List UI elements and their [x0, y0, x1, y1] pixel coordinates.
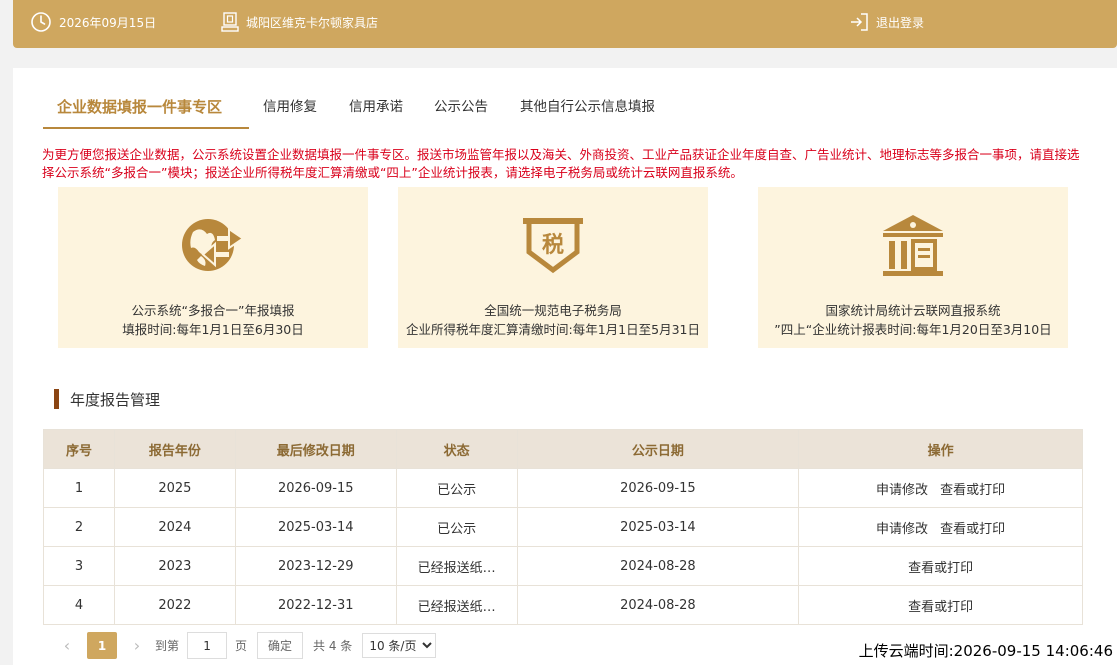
shop-display: 城阳区维克卡尔顿家具店	[221, 0, 378, 44]
active-tab-underline	[43, 127, 249, 129]
cell-status: 已经报送纸…	[395, 546, 518, 586]
apply-modify-link[interactable]: 申请修改	[876, 522, 928, 537]
cell-modified: 2022-12-31	[234, 585, 397, 625]
cell-actions: 查看或打印	[798, 585, 1083, 625]
tab-public-notice[interactable]: 公示公告	[434, 96, 488, 118]
cell-year: 2024	[113, 507, 236, 547]
table-row: 3 2023 2023-12-29 已经报送纸… 2024-08-28 查看或打…	[43, 546, 1083, 586]
tab-bar: 企业数据填报一件事专区 信用修复 信用承诺 公示公告 其他自行公示信息填报	[43, 96, 683, 129]
view-print-link[interactable]: 查看或打印	[908, 600, 973, 615]
cell-public-date: 2025-03-14	[516, 507, 800, 547]
header-no: 序号	[43, 429, 115, 469]
tax-glyph: 税	[542, 232, 564, 258]
card-annual-report[interactable]: 公示系统“多报合一”年报填报 填报时间:每年1月1日至6月30日	[58, 187, 368, 348]
section-marker	[54, 389, 59, 409]
main-panel: 企业数据填报一件事专区 信用修复 信用承诺 公示公告 其他自行公示信息填报 为更…	[13, 68, 1117, 665]
cell-actions: 申请修改 查看或打印	[798, 468, 1083, 508]
view-print-link[interactable]: 查看或打印	[908, 561, 973, 576]
cell-status: 已公示	[395, 468, 518, 508]
section-header: 年度报告管理	[54, 388, 160, 410]
header-actions: 操作	[798, 429, 1083, 469]
current-date: 2026年09月15日	[59, 15, 157, 30]
next-page-icon[interactable]: ›	[125, 636, 149, 655]
total-count: 共 4 条	[313, 639, 353, 653]
globe-report-icon	[182, 219, 245, 271]
card-statistics[interactable]: 国家统计局统计云联网直报系统 ”四上“企业统计报表时间:每年1月20日至3月10…	[758, 187, 1068, 348]
tab-credit-repair[interactable]: 信用修复	[263, 96, 317, 118]
cell-actions: 查看或打印	[798, 546, 1083, 586]
cell-actions: 申请修改 查看或打印	[798, 507, 1083, 547]
card-e-tax[interactable]: 税 全国统一规范电子税务局 企业所得税年度汇算清缴时间:每年1月1日至5月31日	[398, 187, 708, 348]
tab-credit-commitment[interactable]: 信用承诺	[349, 96, 403, 118]
confirm-button[interactable]: 确定	[257, 632, 304, 659]
header-public-date: 公示日期	[516, 429, 800, 469]
date-display: 2026年09月15日	[30, 0, 156, 44]
pagination: ‹ 1 › 到第 页 确定 共 4 条 10 条/页	[55, 632, 437, 659]
card-subtitle: 填报时间:每年1月1日至6月30日	[122, 322, 304, 337]
table-row: 1 2025 2026-09-15 已公示 2026-09-15 申请修改 查看…	[43, 468, 1083, 508]
cell-public-date: 2026-09-15	[516, 468, 800, 508]
cell-no: 3	[43, 546, 115, 586]
table-row: 4 2022 2022-12-31 已经报送纸… 2024-08-28 查看或打…	[43, 585, 1083, 625]
shop-icon	[221, 12, 239, 32]
cell-no: 4	[43, 585, 115, 625]
page-size-select[interactable]: 10 条/页	[362, 633, 437, 658]
shop-name: 城阳区维克卡尔顿家具店	[246, 15, 379, 30]
cell-year: 2022	[113, 585, 236, 625]
header-status: 状态	[395, 429, 518, 469]
cell-status: 已公示	[395, 507, 518, 547]
page-unit-label: 页	[235, 639, 248, 653]
header-modified: 最后修改日期	[234, 429, 397, 469]
goto-label: 到第	[155, 639, 180, 653]
prev-page-icon[interactable]: ‹	[55, 636, 79, 655]
card-subtitle: 企业所得税年度汇算清缴时间:每年1月1日至5月31日	[406, 322, 700, 337]
logout-icon	[851, 13, 868, 31]
cell-modified: 2026-09-15	[234, 468, 397, 508]
section-title: 年度报告管理	[70, 390, 161, 409]
goto-page-input[interactable]	[187, 632, 228, 659]
cell-status: 已经报送纸…	[395, 585, 518, 625]
cell-modified: 2025-03-14	[234, 507, 397, 547]
logout-button[interactable]: 退出登录	[849, 0, 924, 44]
tax-receipt-icon: 税	[523, 218, 583, 274]
table-row: 2 2024 2025-03-14 已公示 2025-03-14 申请修改 查看…	[43, 507, 1083, 547]
cell-public-date: 2024-08-28	[516, 546, 800, 586]
cell-year: 2025	[113, 468, 236, 508]
notice-text: 为更方便您报送企业数据，公示系统设置企业数据填报一件事专区。报送市场监管年报以及…	[42, 147, 1080, 180]
current-page-button[interactable]: 1	[87, 632, 117, 659]
apply-modify-link[interactable]: 申请修改	[876, 483, 928, 498]
card-title: 全国统一规范电子税务局	[484, 303, 622, 318]
cell-modified: 2023-12-29	[234, 546, 397, 586]
card-title: 公示系统“多报合一”年报填报	[131, 303, 295, 318]
government-building-icon	[883, 215, 943, 276]
header-year: 报告年份	[113, 429, 236, 469]
tab-other-disclosure[interactable]: 其他自行公示信息填报	[520, 96, 655, 118]
top-bar: 2026年09月15日 城阳区维克卡尔顿家具店 退出登录	[13, 0, 1117, 48]
view-print-link[interactable]: 查看或打印	[940, 483, 1005, 498]
cell-no: 1	[43, 468, 115, 508]
cell-public-date: 2024-08-28	[516, 585, 800, 625]
card-subtitle: ”四上“企业统计报表时间:每年1月20日至3月10日	[774, 322, 1052, 337]
card-title: 国家统计局统计云联网直报系统	[825, 303, 1001, 318]
table-header-row: 序号 报告年份 最后修改日期 状态 公示日期 操作	[43, 429, 1083, 469]
clock-icon	[31, 12, 51, 32]
cell-year: 2023	[113, 546, 236, 586]
logout-label: 退出登录	[876, 15, 925, 30]
view-print-link[interactable]: 查看或打印	[940, 522, 1005, 537]
annual-report-table: 序号 报告年份 最后修改日期 状态 公示日期 操作 1 2025 2026-09…	[43, 429, 1083, 625]
tab-enterprise-data[interactable]: 企业数据填报一件事专区	[57, 96, 222, 118]
cell-no: 2	[43, 507, 115, 547]
upload-time: 上传云端时间:2026-09-15 14:06:46	[858, 642, 1113, 660]
